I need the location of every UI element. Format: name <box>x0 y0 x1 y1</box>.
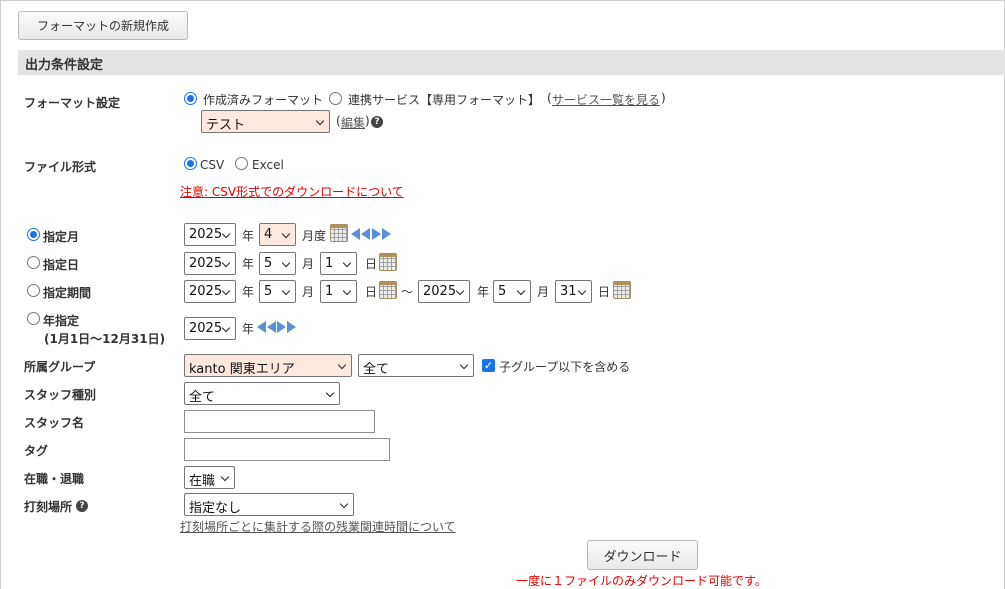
radio-year[interactable] <box>27 312 40 325</box>
calendar-icon[interactable] <box>379 281 397 299</box>
year-unit: 年 <box>242 229 255 243</box>
calendar-icon[interactable] <box>330 224 348 242</box>
created-format-label: 作成済みフォーマット <box>203 93 324 107</box>
file-format-label: ファイル形式 <box>24 160 97 174</box>
range-to-year-select[interactable]: 2025 <box>418 280 470 303</box>
radio-created-format[interactable] <box>184 92 197 105</box>
day-label: 指定日 <box>43 258 80 272</box>
tag-input[interactable] <box>184 438 390 461</box>
day-year-select[interactable]: 2025 <box>184 252 236 275</box>
day-unit: 日 <box>365 285 378 299</box>
employment-select[interactable]: 在職 <box>184 466 235 489</box>
range-from-month-select[interactable]: 5 <box>259 280 296 303</box>
punch-place-help-icon[interactable]: ? <box>76 500 88 512</box>
month-month-select[interactable]: 4 <box>259 223 296 246</box>
year-prev-icon[interactable] <box>257 321 276 333</box>
include-children-label: 子グループ以下を含める <box>499 360 631 374</box>
month-year-select[interactable]: 2025 <box>184 223 236 246</box>
day-month-select[interactable]: 5 <box>259 252 296 275</box>
range-tilde: 〜 <box>401 285 414 299</box>
radio-day[interactable] <box>27 256 40 269</box>
download-notice: 一度に１ファイルのみダウンロード可能です。 <box>516 574 767 588</box>
format-help-icon[interactable]: ? <box>371 116 383 128</box>
staff-type-label: スタッフ種別 <box>24 388 97 402</box>
paren-open: ( <box>547 91 552 105</box>
range-to-day-select[interactable]: 31 <box>555 280 592 303</box>
radio-csv[interactable] <box>184 157 197 170</box>
excel-label: Excel <box>252 158 284 172</box>
year-unit: 年 <box>242 322 255 336</box>
calendar-icon[interactable] <box>379 253 397 271</box>
year-unit: 年 <box>242 257 255 271</box>
radio-service-format[interactable] <box>329 92 342 105</box>
range-to-month-select[interactable]: 5 <box>493 280 531 303</box>
service-format-label: 連携サービス【専用フォーマット】 <box>348 93 541 107</box>
staff-name-input[interactable] <box>184 410 375 433</box>
csv-notice-link[interactable]: 注意: CSV形式でのダウンロードについて <box>180 183 404 200</box>
service-list-link[interactable]: サービス一覧を見る <box>552 91 660 108</box>
month-next-icon[interactable] <box>372 228 391 240</box>
radio-excel[interactable] <box>235 157 248 170</box>
include-children-checkbox[interactable]: ✓ <box>482 359 495 372</box>
tag-label: タグ <box>24 444 49 458</box>
new-format-button[interactable]: フォーマットの新規作成 <box>18 11 188 40</box>
download-button[interactable]: ダウンロード <box>587 540 698 570</box>
punch-place-label: 打刻場所 <box>24 500 73 514</box>
edit-link[interactable]: 編集 <box>341 114 365 131</box>
month-unit: 月度 <box>302 229 327 243</box>
year-sublabel: (1月1日〜12月31日) <box>44 332 166 346</box>
day-unit: 日 <box>365 257 378 271</box>
section-header: 出力条件設定 <box>18 50 1005 75</box>
year-unit: 年 <box>477 285 490 299</box>
month-unit: 月 <box>302 257 315 271</box>
group-select[interactable]: kanto 関東エリア <box>184 354 352 377</box>
paren-open-2: ( <box>336 114 341 128</box>
year-unit: 年 <box>242 285 255 299</box>
month-unit: 月 <box>537 285 550 299</box>
year-year-select[interactable]: 2025 <box>184 317 236 340</box>
month-prev-icon[interactable] <box>351 228 370 240</box>
range-from-day-select[interactable]: 1 <box>320 280 357 303</box>
staff-name-label: スタッフ名 <box>24 416 85 430</box>
month-unit: 月 <box>302 285 315 299</box>
overtime-info-link[interactable]: 打刻場所ごとに集計する際の残業関連時間について <box>180 518 456 535</box>
subgroup-select[interactable]: 全て <box>358 354 474 377</box>
staff-type-select[interactable]: 全て <box>184 382 340 405</box>
radio-range[interactable] <box>27 284 40 297</box>
radio-month[interactable] <box>27 228 40 241</box>
calendar-icon[interactable] <box>613 281 631 299</box>
year-label: 年指定 <box>43 314 80 328</box>
format-label: フォーマット設定 <box>24 96 121 110</box>
paren-close-2: ) <box>365 114 370 128</box>
year-next-icon[interactable] <box>277 321 296 333</box>
group-label: 所属グループ <box>24 360 96 374</box>
format-select[interactable]: テスト <box>201 110 330 133</box>
range-label: 指定期間 <box>43 286 92 300</box>
month-label: 指定月 <box>43 230 80 244</box>
employment-label: 在職・退職 <box>24 472 85 486</box>
punch-place-select[interactable]: 指定なし <box>184 493 354 516</box>
day-unit: 日 <box>598 285 611 299</box>
paren-close: ) <box>661 91 666 105</box>
day-day-select[interactable]: 1 <box>320 252 357 275</box>
range-from-year-select[interactable]: 2025 <box>184 280 236 303</box>
csv-label: CSV <box>200 158 225 172</box>
